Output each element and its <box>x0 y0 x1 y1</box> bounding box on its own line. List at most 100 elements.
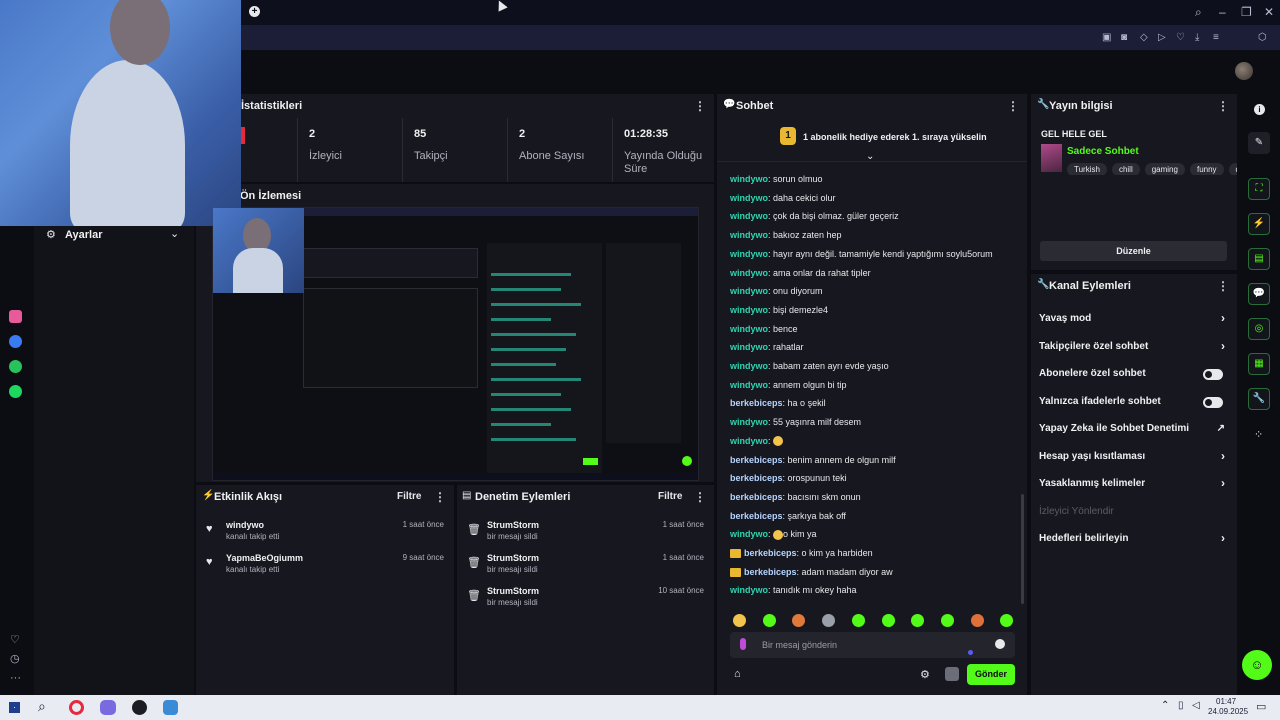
chat-username[interactable]: windywo <box>730 211 768 221</box>
shield-icon[interactable]: ◇ <box>1140 25 1148 50</box>
settings-label[interactable]: Ayarlar <box>65 229 103 241</box>
store-icon[interactable]: ⌂ <box>734 668 741 680</box>
moderation-menu-icon[interactable]: ⋮ <box>694 485 706 509</box>
channel-action-item[interactable]: Yapay Zeka ile Sohbet Denetimi ↗ <box>1039 423 1229 437</box>
stats-menu-icon[interactable]: ⋮ <box>694 94 706 118</box>
pin-expand-icon[interactable]: ⌄ <box>866 151 874 162</box>
channel-action-item[interactable]: Yalnızca ifadelerle sohbet <box>1039 396 1229 410</box>
chat-username[interactable]: windywo <box>730 585 768 595</box>
emote-icon[interactable] <box>940 614 954 627</box>
chat-username[interactable]: windywo <box>730 305 768 315</box>
chat-scrollbar[interactable] <box>1021 494 1024 604</box>
chat-username[interactable]: windywo <box>730 361 768 371</box>
chat-username[interactable]: berkebiceps <box>730 492 783 502</box>
activity-menu-icon[interactable]: ⋮ <box>434 485 446 509</box>
chat-input-box[interactable]: Bir mesaj gönderin <box>730 632 1015 658</box>
tag[interactable]: gaming <box>1144 163 1185 175</box>
snapshot-icon[interactable]: ▣ <box>1102 25 1111 50</box>
chat-username[interactable]: berkebiceps <box>730 455 783 465</box>
notifications-icon[interactable]: ▭ <box>1256 700 1266 713</box>
channel-action-item[interactable]: Abonelere özel sohbet <box>1039 368 1229 382</box>
stream-info-menu-icon[interactable]: ⋮ <box>1217 94 1229 118</box>
support-icon[interactable]: ☺ <box>1242 650 1272 680</box>
maximize-icon[interactable]: ❐ <box>1241 0 1252 25</box>
chat-username[interactable]: windywo <box>730 380 768 390</box>
chat-username[interactable]: windywo <box>730 249 768 259</box>
channel-actions-menu-icon[interactable]: ⋮ <box>1217 274 1229 298</box>
moderation-filter-button[interactable]: Filtre <box>658 491 682 502</box>
app-icon-1[interactable] <box>9 310 22 323</box>
category-name[interactable]: Sadece Sohbet <box>1067 146 1139 157</box>
chat-username[interactable]: windywo <box>730 286 768 296</box>
emote-icon[interactable] <box>881 614 895 627</box>
heart-icon[interactable]: ♡ <box>1176 25 1185 50</box>
broadcast-icon[interactable]: ◎ <box>1248 318 1270 340</box>
chat-username[interactable]: berkebiceps <box>744 548 797 558</box>
app-icon[interactable] <box>163 700 178 715</box>
emote-icon[interactable] <box>1000 614 1014 627</box>
minimize-icon[interactable]: – <box>1219 0 1226 25</box>
history-icon[interactable]: ◷ <box>10 652 20 665</box>
gift-banner[interactable]: 1 1 abonelik hediye ederek 1. sıraya yük… <box>717 122 1027 162</box>
chat-username[interactable]: berkebiceps <box>730 398 783 408</box>
chat-username[interactable]: berkebiceps <box>730 473 783 483</box>
channel-action-item[interactable]: Hesap yaşı kısıtlaması › <box>1039 449 1229 465</box>
send-button[interactable]: Gönder <box>967 664 1015 685</box>
chat-username[interactable]: berkebiceps <box>744 567 797 577</box>
tag[interactable]: chill <box>1111 163 1140 175</box>
clock-date[interactable]: 24.09.2025 <box>1208 707 1248 716</box>
pencil-icon[interactable]: ✎ <box>1248 132 1270 154</box>
chat-username[interactable]: windywo <box>730 529 768 539</box>
avatar[interactable] <box>1235 62 1253 80</box>
apps-icon[interactable]: ⁘ <box>1254 428 1263 441</box>
volume-icon[interactable]: ◁ <box>1192 700 1200 711</box>
emote-icon[interactable] <box>762 614 776 627</box>
chat-username[interactable]: windywo <box>730 417 768 427</box>
emote-icon[interactable] <box>970 614 984 627</box>
camera-icon[interactable]: ◙ <box>1121 25 1127 50</box>
channel-action-item[interactable]: Takipçilere özel sohbet › <box>1039 339 1229 355</box>
tools-icon[interactable]: 🔧 <box>1248 388 1270 410</box>
chat-username[interactable]: windywo <box>730 324 768 334</box>
network-icon[interactable]: ▯ <box>1178 700 1184 711</box>
emoji-icon[interactable] <box>995 639 1005 649</box>
toggle-switch[interactable] <box>1203 369 1223 380</box>
opera-icon[interactable] <box>69 700 84 715</box>
tray-chevron-icon[interactable]: ⌃ <box>1161 700 1169 711</box>
tag[interactable]: funny <box>1189 163 1224 175</box>
more-icon[interactable]: ··· <box>10 672 21 684</box>
chat-username[interactable]: windywo <box>730 193 768 203</box>
clock-time[interactable]: 01:47 <box>1216 697 1236 706</box>
new-tab-icon[interactable]: + <box>249 6 260 17</box>
emote-icon[interactable] <box>733 614 746 627</box>
chat-username[interactable]: windywo <box>730 230 768 240</box>
emote-icon[interactable] <box>822 614 836 627</box>
lightning-icon[interactable]: ⚡ <box>1248 213 1270 235</box>
chat-username[interactable]: windywo <box>730 268 768 278</box>
notes-icon[interactable]: ▤ <box>1248 248 1270 270</box>
chevron-down-icon[interactable]: ⌄ <box>170 227 179 240</box>
tag[interactable]: Turkish <box>1067 163 1107 175</box>
messenger-icon[interactable] <box>9 335 22 348</box>
moderator-name[interactable]: StrumStorm <box>487 553 539 563</box>
edit-button[interactable]: Düzenle <box>1040 241 1227 261</box>
emote-icon[interactable] <box>911 614 925 627</box>
start-icon[interactable] <box>9 702 20 713</box>
moderator-name[interactable]: StrumStorm <box>487 586 539 596</box>
activity-filter-button[interactable]: Filtre <box>397 491 421 502</box>
emote-icon[interactable] <box>792 614 806 627</box>
close-icon[interactable]: ✕ <box>1264 0 1274 25</box>
toggle-switch[interactable] <box>1203 396 1223 408</box>
emote-icon[interactable] <box>851 614 865 627</box>
channel-action-item[interactable]: Hedefleri belirleyin › <box>1039 531 1229 547</box>
discord-icon[interactable] <box>100 700 116 715</box>
chat-menu-icon[interactable]: ⋮ <box>1007 94 1019 118</box>
channel-action-item[interactable]: Yavaş mod › <box>1039 311 1229 327</box>
chat-username[interactable]: windywo <box>730 174 768 184</box>
menu-icon[interactable]: ≡ <box>1213 25 1219 50</box>
play-icon[interactable]: ▷ <box>1158 25 1166 50</box>
search-icon[interactable]: ⌕ <box>1195 0 1202 25</box>
activity-user[interactable]: YapmaBeOgiumm <box>226 553 303 563</box>
clip-icon[interactable]: ⛶ <box>1248 178 1270 200</box>
spotify-icon[interactable] <box>9 385 22 398</box>
